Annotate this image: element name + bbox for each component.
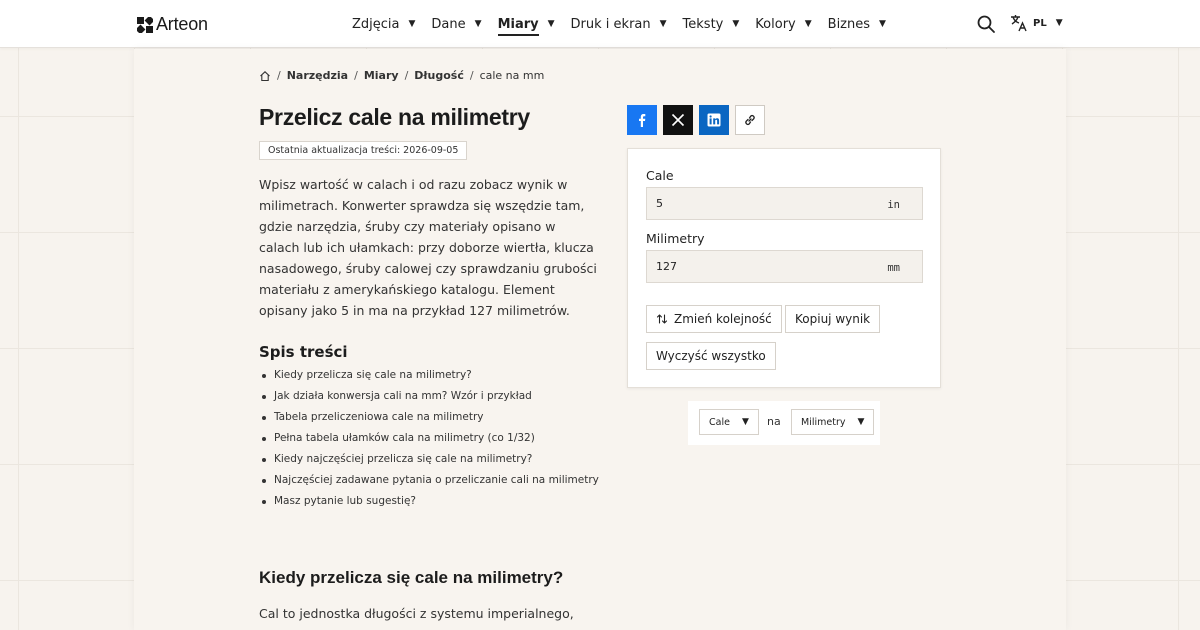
- toc-item[interactable]: Najczęściej zadawane pytania o przelicza…: [262, 474, 599, 495]
- nav-item-druk-i-ekran[interactable]: Druk i ekran ▼: [571, 0, 667, 48]
- translate-icon: [1011, 15, 1027, 32]
- nav-label: Kolory: [755, 16, 796, 32]
- chevron-down-icon: ▼: [741, 417, 749, 427]
- nav-label: Biznes: [827, 16, 871, 32]
- breadcrumb-current: cale na mm: [479, 69, 545, 82]
- facebook-icon: [639, 114, 646, 127]
- main-nav: Zdjęcia ▼ Dane ▼ Miary ▼ Druk i ekran ▼ …: [352, 0, 902, 48]
- clear-all-button[interactable]: Wyczyść wszystko: [646, 342, 776, 370]
- inches-field-label: Cale: [646, 168, 674, 183]
- to-unit-select[interactable]: Milimetry ▼: [791, 409, 875, 435]
- breadcrumb-separator: /: [277, 69, 281, 82]
- share-buttons: [627, 105, 765, 135]
- page-title: Przelicz cale na milimetry: [259, 104, 530, 130]
- last-updated-badge: Ostatnia aktualizacja treści: 2026-09-05: [259, 141, 468, 160]
- swap-units-button[interactable]: Zmień kolejność: [646, 305, 782, 333]
- unit-separator: na: [767, 415, 781, 428]
- nav-item-teksty[interactable]: Teksty ▼: [683, 0, 740, 48]
- toc-item[interactable]: Jak działa konwersja cali na mm? Wzór i …: [262, 390, 599, 411]
- logo-text: Arteon: [156, 14, 208, 34]
- table-of-contents: Kiedy przelicza się cale na milimetry? J…: [262, 369, 599, 516]
- chevron-down-icon: ▼: [804, 19, 812, 29]
- converter-card: Cale in Milimetry mm Zmień kolejność Kop…: [627, 148, 941, 388]
- share-x-button[interactable]: [663, 105, 693, 135]
- share-facebook-button[interactable]: [627, 105, 657, 135]
- millimeters-field: mm: [646, 250, 923, 283]
- nav-label: Druk i ekran: [570, 16, 651, 32]
- breadcrumb-link-dlugosc[interactable]: Długość: [414, 69, 464, 82]
- inches-input[interactable]: [647, 188, 867, 219]
- section-heading: Kiedy przelicza się cale na milimetry?: [259, 568, 564, 587]
- from-unit-select[interactable]: Cale ▼: [699, 409, 759, 435]
- nav-item-miary[interactable]: Miary ▼: [497, 0, 555, 48]
- unit-selector: Cale ▼ na Milimetry ▼: [688, 401, 880, 445]
- swap-units-label: Zmień kolejność: [674, 312, 772, 326]
- language-code: PL: [1033, 17, 1047, 29]
- toc-item[interactable]: Masz pytanie lub sugestię?: [262, 495, 599, 516]
- nav-label: Dane: [431, 16, 466, 32]
- chevron-down-icon: ▼: [659, 19, 667, 29]
- breadcrumb-separator: /: [469, 69, 474, 82]
- chevron-down-icon: ▼: [857, 417, 865, 427]
- toc-item[interactable]: Kiedy przelicza się cale na milimetry?: [262, 369, 599, 390]
- share-linkedin-button[interactable]: [699, 105, 729, 135]
- millimeters-field-label: Milimetry: [646, 231, 705, 246]
- copy-link-button[interactable]: [735, 105, 765, 135]
- linkedin-icon: [707, 113, 721, 127]
- language-selector[interactable]: PL ▼: [1010, 14, 1063, 32]
- to-unit-value: Milimetry: [801, 416, 846, 428]
- home-icon[interactable]: [259, 70, 271, 82]
- nav-label: Miary: [497, 17, 539, 36]
- chevron-down-icon: ▼: [474, 19, 482, 29]
- logo[interactable]: Arteon: [137, 14, 208, 35]
- breadcrumb-separator: /: [354, 69, 358, 82]
- inches-unit: in: [887, 199, 900, 211]
- search-button[interactable]: [976, 14, 996, 34]
- nav-label: Teksty: [682, 16, 724, 32]
- toc-title: Spis treści: [259, 343, 348, 361]
- nav-item-zdjecia[interactable]: Zdjęcia ▼: [352, 0, 415, 48]
- inches-field: in: [646, 187, 923, 220]
- breadcrumb-link-miary[interactable]: Miary: [364, 69, 399, 82]
- nav-item-biznes[interactable]: Biznes ▼: [828, 0, 886, 48]
- toc-item[interactable]: Pełna tabela ułamków cala na milimetry (…: [262, 432, 599, 453]
- chevron-down-icon: ▼: [732, 19, 740, 29]
- swap-icon: [656, 314, 668, 324]
- millimeters-input[interactable]: [647, 251, 867, 282]
- breadcrumb-separator: /: [404, 69, 409, 82]
- toc-item[interactable]: Kiedy najczęściej przelicza się cale na …: [262, 453, 599, 474]
- logo-icon: [137, 16, 153, 33]
- nav-item-kolory[interactable]: Kolory ▼: [755, 0, 811, 48]
- search-icon: [977, 15, 995, 33]
- chevron-down-icon: ▼: [879, 19, 886, 29]
- main-content: / Narzędzia / Miary / Długość / cale na …: [134, 49, 1066, 630]
- toc-item[interactable]: Tabela przeliczeniowa cale na milimetry: [262, 411, 599, 432]
- intro-paragraph: Wpisz wartość w calach i od razu zobacz …: [259, 177, 597, 318]
- from-unit-value: Cale: [709, 416, 730, 428]
- breadcrumb-link-narzedzia[interactable]: Narzędzia: [287, 69, 348, 82]
- chevron-down-icon: ▼: [547, 19, 555, 29]
- chevron-down-icon: ▼: [1055, 18, 1063, 28]
- top-navigation-bar: Arteon Zdjęcia ▼ Dane ▼ Miary ▼ Druk i e…: [0, 0, 1200, 48]
- link-icon: [745, 114, 755, 126]
- section-paragraph: Cal to jednostka długości z systemu impe…: [259, 606, 574, 621]
- chevron-down-icon: ▼: [408, 19, 416, 29]
- millimeters-unit: mm: [887, 262, 900, 274]
- breadcrumb: / Narzędzia / Miary / Długość / cale na …: [259, 69, 544, 82]
- x-icon: [671, 113, 685, 127]
- nav-label: Zdjęcia: [352, 16, 400, 32]
- nav-item-dane[interactable]: Dane ▼: [431, 0, 481, 48]
- copy-result-button[interactable]: Kopiuj wynik: [785, 305, 881, 333]
